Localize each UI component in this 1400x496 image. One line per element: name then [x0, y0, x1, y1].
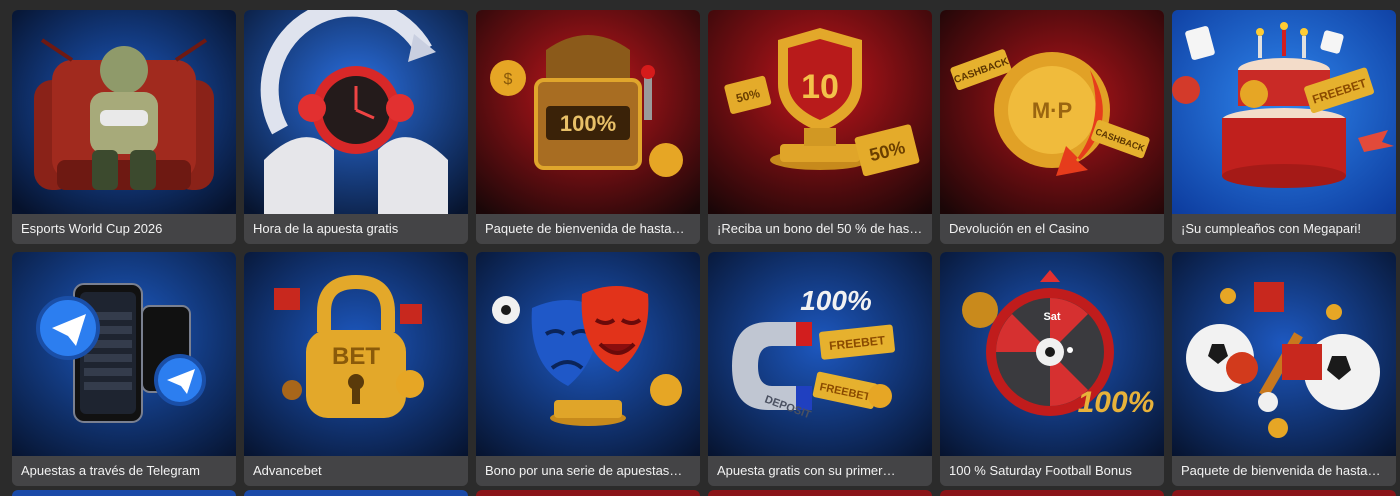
wheel-day-label: Sat	[1043, 311, 1060, 323]
shield-badge: 10	[801, 68, 839, 106]
promo-card-peek[interactable]	[940, 490, 1164, 496]
promo-card-esports-world-cup[interactable]: Esports World Cup 2026	[12, 10, 236, 244]
promo-image	[476, 252, 700, 456]
wheel-badge: 100%	[1078, 386, 1155, 419]
promo-card-peek[interactable]	[476, 490, 700, 496]
promo-card-bet-series-bonus[interactable]: Bono por una serie de apuestas…	[476, 252, 700, 486]
promo-image	[244, 10, 468, 214]
promo-card-peek[interactable]	[1172, 490, 1396, 496]
promo-image: $ 100%	[476, 10, 700, 214]
promo-card-welcome-package[interactable]: $ 100% Paquete de bienvenida de hasta…	[476, 10, 700, 244]
promo-title: Devolución en el Casino	[940, 214, 1164, 244]
magnet-icon: 100% DEPOSIT FREEBET FREEBET	[708, 252, 932, 456]
promo-image	[12, 10, 236, 214]
promo-title: Hora de la apuesta gratis	[244, 214, 468, 244]
coin-label: M·P	[1032, 98, 1072, 123]
sports-balls-icon	[1172, 252, 1396, 456]
promo-title: 100 % Saturday Football Bonus	[940, 456, 1164, 486]
cashback-coin-icon: CASHBACK M·P CASHBACK	[940, 10, 1164, 214]
promo-card-saturday-football[interactable]: Sat 100% 100 % Saturday Football Bonus	[940, 252, 1164, 486]
promo-title: ¡Su cumpleaños con Megapari!	[1172, 214, 1396, 244]
promo-image: 50% 10 50%	[708, 10, 932, 214]
promo-card-free-bet-hour[interactable]: Hora de la apuesta gratis	[244, 10, 468, 244]
promo-card-casino-cashback[interactable]: CASHBACK M·P CASHBACK Devolución en el C…	[940, 10, 1164, 244]
promo-image: Sat 100%	[940, 252, 1164, 456]
promo-image	[12, 252, 236, 456]
promo-title: Paquete de bienvenida de hasta…	[476, 214, 700, 244]
promo-image: CASHBACK M·P CASHBACK	[940, 10, 1164, 214]
svg-text:$: $	[504, 71, 513, 88]
padlock-icon: BET	[244, 252, 468, 456]
birthday-cake-icon: FREEBET	[1172, 10, 1396, 214]
promo-card-welcome-package-sports[interactable]: Paquete de bienvenida de hasta…	[1172, 252, 1396, 486]
clock-icon	[244, 10, 468, 214]
lock-badge: BET	[332, 343, 380, 370]
theater-masks-icon	[476, 252, 700, 456]
promo-title: Bono por una serie de apuestas…	[476, 456, 700, 486]
promo-title: ¡Reciba un bono del 50 % de hasta…	[708, 214, 932, 244]
promo-image: FREEBET	[1172, 10, 1396, 214]
promo-card-advancebet[interactable]: BET Advancebet	[244, 252, 468, 486]
promo-card-peek[interactable]	[244, 490, 468, 496]
trophy-shield-icon: 50% 10 50%	[708, 10, 932, 214]
gamer-armchair-icon	[12, 10, 236, 214]
treasure-chest-icon: $ 100%	[476, 10, 700, 214]
promo-card-peek[interactable]	[708, 490, 932, 496]
promo-card-50-bonus[interactable]: 50% 10 50% ¡Reciba un bono del 50 % de h…	[708, 10, 932, 244]
promo-card-peek[interactable]	[12, 490, 236, 496]
promo-title: Esports World Cup 2026	[12, 214, 236, 244]
promo-title: Apuestas a través de Telegram	[12, 456, 236, 486]
chest-badge: 100%	[560, 111, 616, 136]
promo-image: 100% DEPOSIT FREEBET FREEBET	[708, 252, 932, 456]
promo-title: Paquete de bienvenida de hasta…	[1172, 456, 1396, 486]
promotions-grid: Esports World Cup 2026 Hora de la apuest…	[12, 10, 1396, 486]
fortune-wheel-icon: Sat 100%	[940, 252, 1164, 456]
telegram-phone-icon	[12, 252, 236, 456]
promo-card-birthday[interactable]: FREEBET ¡Su cumpleaños con Megapari!	[1172, 10, 1396, 244]
magnet-badge: 100%	[800, 285, 872, 316]
promo-card-telegram[interactable]: Apuestas a través de Telegram	[12, 252, 236, 486]
promo-title: Apuesta gratis con su primer…	[708, 456, 932, 486]
next-row-peek	[12, 490, 1396, 496]
promo-image	[1172, 252, 1396, 456]
promo-image: BET	[244, 252, 468, 456]
promo-title: Advancebet	[244, 456, 468, 486]
promo-card-first-deposit-freebet[interactable]: 100% DEPOSIT FREEBET FREEBET Apuesta gra…	[708, 252, 932, 486]
